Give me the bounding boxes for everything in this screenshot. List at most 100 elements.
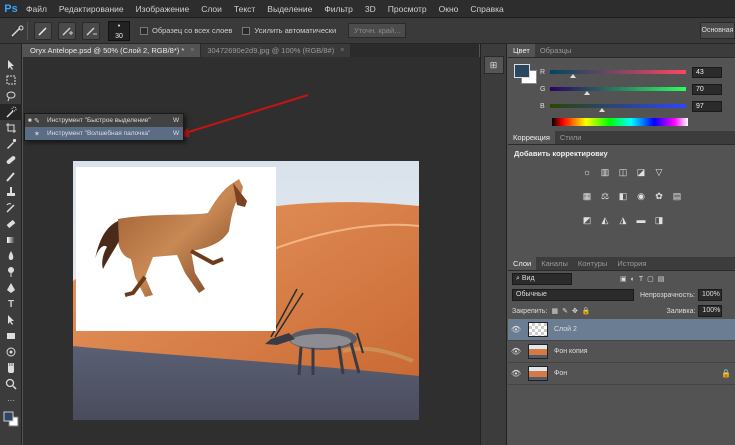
lasso-tool[interactable]: [0, 88, 22, 104]
menu-edit[interactable]: Редактирование: [53, 0, 130, 18]
clone-stamp-tool[interactable]: [0, 184, 22, 200]
sample-all-layers-option[interactable]: Образец со всех слоев: [140, 26, 232, 35]
levels-icon[interactable]: ▥: [598, 165, 612, 179]
menu-type[interactable]: Текст: [228, 0, 261, 18]
vibrance-icon[interactable]: ▽: [652, 165, 666, 179]
color-swatches[interactable]: [0, 408, 22, 430]
crop-tool[interactable]: [0, 120, 22, 136]
black-white-icon[interactable]: ◧: [616, 189, 630, 203]
subtract-selection-button[interactable]: [82, 21, 100, 40]
visibility-eye-icon[interactable]: 👁: [508, 347, 524, 356]
tab-swatches[interactable]: Образцы: [535, 44, 577, 57]
channel-mixer-icon[interactable]: ✿: [652, 189, 666, 203]
red-slider[interactable]: [550, 70, 686, 78]
history-brush-tool[interactable]: [0, 200, 22, 216]
layer-filter-select[interactable]: ⌕ Вид: [512, 273, 572, 285]
toolbar-grip[interactable]: [0, 44, 21, 56]
doc-tab-jpg[interactable]: 30472690e2d9.jpg @ 100% (RGB/8#) ×: [201, 44, 351, 57]
eraser-tool[interactable]: [0, 216, 22, 232]
slider-knob[interactable]: [570, 74, 577, 78]
sample-all-layers-checkbox[interactable]: [140, 26, 148, 35]
flyout-item-magic-wand[interactable]: ✶ Инструмент "Волшебная палочка" W: [25, 127, 183, 140]
tab-styles[interactable]: Стили: [555, 131, 587, 144]
more-tools[interactable]: ···: [0, 392, 22, 408]
menu-filter[interactable]: Фильтр: [318, 0, 359, 18]
filter-icons[interactable]: ▣◐T▢▤: [620, 275, 668, 283]
hand-tool[interactable]: [0, 360, 22, 376]
green-value-field[interactable]: 70: [692, 83, 722, 95]
tab-layers[interactable]: Слои: [508, 257, 537, 270]
shape-tool[interactable]: [0, 328, 22, 344]
close-icon[interactable]: ×: [190, 44, 194, 57]
layer-row-sloi-2[interactable]: 👁 Слой 2: [508, 319, 735, 341]
brush-tool[interactable]: [0, 168, 22, 184]
3d-tool[interactable]: [0, 344, 22, 360]
color-lookup-icon[interactable]: ▤: [670, 189, 684, 203]
flyout-item-quick-selection[interactable]: ■ ✎ Инструмент "Быстрое выделение" W: [25, 114, 183, 127]
brightness-icon[interactable]: ☼: [580, 165, 594, 179]
layer-row-fon-kopiya[interactable]: 👁 Фон копия: [508, 341, 735, 363]
workspace-switcher[interactable]: Основная: [700, 22, 735, 39]
selective-color-icon[interactable]: ◨: [652, 213, 666, 227]
green-slider[interactable]: [550, 87, 686, 95]
type-tool[interactable]: T: [0, 296, 22, 312]
gradient-tool[interactable]: [0, 232, 22, 248]
zoom-tool[interactable]: [0, 376, 22, 392]
photo-filter-icon[interactable]: ◉: [634, 189, 648, 203]
marquee-tool[interactable]: [0, 72, 22, 88]
posterize-icon[interactable]: ◭: [598, 213, 612, 227]
menu-select[interactable]: Выделение: [261, 0, 318, 18]
red-value-field[interactable]: 43: [692, 66, 722, 78]
dodge-tool[interactable]: [0, 264, 22, 280]
tab-paths[interactable]: Контуры: [573, 257, 612, 270]
tab-history[interactable]: История: [612, 257, 651, 270]
healing-brush-tool[interactable]: [0, 152, 22, 168]
eyedropper-tool[interactable]: [0, 136, 22, 152]
tab-adjustments[interactable]: Коррекция: [508, 131, 555, 144]
lock-icons[interactable]: ▦✎✥🔒: [551, 307, 594, 315]
blue-slider[interactable]: [550, 104, 686, 112]
hue-saturation-icon[interactable]: ▦: [580, 189, 594, 203]
layer-row-fon[interactable]: 👁 Фон 🔒: [508, 363, 735, 385]
exposure-icon[interactable]: ◪: [634, 165, 648, 179]
auto-enhance-checkbox[interactable]: [242, 26, 251, 35]
doc-tab-oryx[interactable]: Oryx Antelope.psd @ 50% (Слой 2, RGB/8*)…: [24, 44, 201, 57]
blue-value-field[interactable]: 97: [692, 100, 722, 112]
blur-tool[interactable]: [0, 248, 22, 264]
tool-preset-picker[interactable]: [6, 21, 28, 40]
path-selection-tool[interactable]: [0, 312, 22, 328]
threshold-icon[interactable]: ◮: [616, 213, 630, 227]
menu-file[interactable]: Файл: [20, 0, 53, 18]
visibility-eye-icon[interactable]: 👁: [508, 325, 524, 334]
slider-knob[interactable]: [583, 91, 590, 95]
gradient-map-icon[interactable]: ▬: [634, 213, 648, 227]
add-selection-button[interactable]: [58, 21, 76, 40]
mini-panel-button[interactable]: ⊞: [483, 56, 504, 74]
menu-image[interactable]: Изображение: [130, 0, 196, 18]
auto-enhance-option[interactable]: Усилить автоматически: [242, 26, 336, 35]
blend-mode-select[interactable]: Обычные: [512, 289, 634, 301]
new-selection-button[interactable]: [34, 21, 52, 40]
tab-channels[interactable]: Каналы: [536, 257, 573, 270]
menu-layers[interactable]: Слои: [195, 0, 228, 18]
color-balance-icon[interactable]: ⚖: [598, 189, 612, 203]
color-spectrum-ramp[interactable]: [552, 118, 688, 126]
quick-selection-tool[interactable]: [0, 104, 22, 120]
menu-window[interactable]: Окно: [433, 0, 465, 18]
curves-icon[interactable]: ◫: [616, 165, 630, 179]
foreground-color-swatch[interactable]: [514, 64, 530, 78]
move-tool[interactable]: [0, 56, 22, 72]
refine-edge-button[interactable]: Уточн. край...: [348, 23, 407, 38]
pen-tool[interactable]: [0, 280, 22, 296]
opacity-field[interactable]: 100%: [698, 289, 722, 301]
invert-icon[interactable]: ◩: [580, 213, 594, 227]
fill-field[interactable]: 100%: [698, 305, 723, 317]
menu-help[interactable]: Справка: [464, 0, 509, 18]
slider-knob[interactable]: [598, 108, 605, 112]
visibility-eye-icon[interactable]: 👁: [508, 369, 524, 378]
menu-3d[interactable]: 3D: [359, 0, 382, 18]
tab-color[interactable]: Цвет: [508, 44, 535, 57]
menu-view[interactable]: Просмотр: [382, 0, 433, 18]
brush-size-picker[interactable]: • 30: [108, 20, 130, 41]
close-icon[interactable]: ×: [340, 44, 344, 57]
